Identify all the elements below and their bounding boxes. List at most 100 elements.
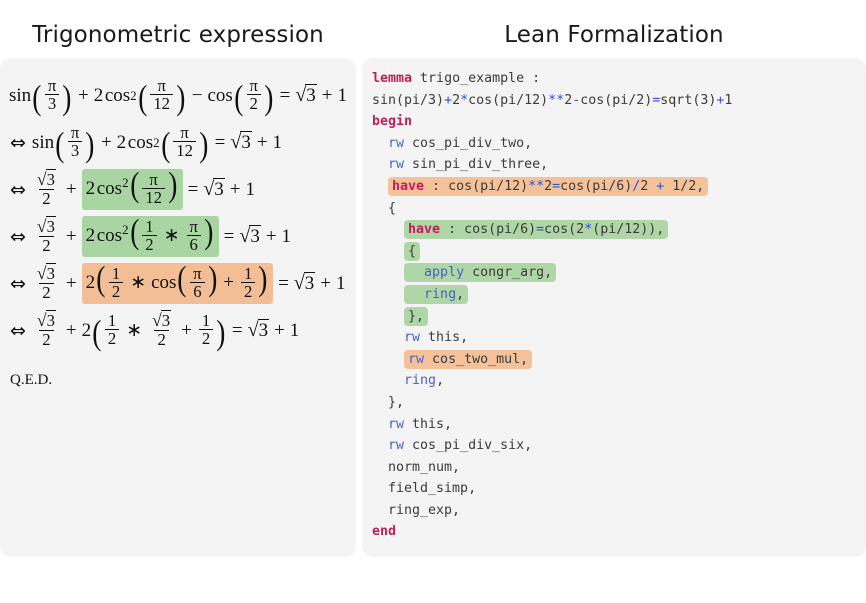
left-panel-title: Trigonometric expression [32,22,324,48]
code-token: * [460,92,469,108]
code-token: sin(pi/3) [372,92,445,108]
code-token: rw [388,438,405,454]
comparison-page: Trigonometric expression sin(π 3) +2 cos 2(… [0,0,866,603]
code-highlight: have : cos(pi/12)**2=cos(pi/6)/2 + 1/2, [388,176,709,196]
right-panel-title: Lean Formalization [504,22,724,48]
code-token: = [536,222,545,238]
code-line: have : cos(pi/12)**2=cos(pi/6)/2 + 1/2, [372,176,866,198]
code-token: lemma [372,71,421,86]
code-highlight: { [404,241,421,261]
code-token: ring_exp, [372,502,461,518]
code-token: rw [408,351,425,367]
code-token: rw [404,330,421,346]
equation-line-3: ⇔ √3 2 +2 cos2(π 12) = √3 +1 [0,166,356,213]
lean-formalization-panel: lemma trigo_example : sin(pi/3)+2*cos(pi/… [362,58,866,557]
code-line: field_simp, [372,478,866,500]
lean-code-block[interactable]: lemma trigo_example : sin(pi/3)+2*cos(pi/… [362,58,866,543]
code-token: * [584,222,593,238]
code-token: this, [420,330,469,346]
code-line: ring_exp, [372,500,866,522]
math-derivation: sin(π 3) +2 cos 2(π 12) − cos(π 2) = √3 +1 ⇔ sin(π… [0,58,356,389]
code-token: have [392,178,425,194]
code-token: (pi/12)), [592,222,665,238]
trigonometric-expression-panel: sin(π 3) +2 cos 2(π 12) − cos(π 2) = √3 +1 ⇔ sin(π… [0,58,356,557]
code-token: field_simp, [372,481,477,497]
code-token: 1 [724,92,733,108]
code-line: rw cos_two_mul, [372,349,866,371]
code-token: 2 [452,92,461,108]
iff-symbol: ⇔ [10,319,26,342]
code-line: norm_num, [372,457,866,479]
code-token: ** [548,92,565,108]
code-token: 2 [544,178,553,194]
code-line: }, [372,306,866,328]
code-token: 2 [564,92,573,108]
code-token: cos(pi/12) [468,92,549,108]
code-token: rw [388,416,405,432]
equation-line-5: ⇔ √3 2 +2(1 2 ∗ cos(π 6) +1 2) = √3 +1 [0,260,356,307]
equation-line-2: ⇔ sin(π 3) +2 cos 2(π 12) = √3 +1 [10,122,283,164]
code-token: , [456,286,465,302]
code-line: }, [372,392,866,414]
code-line: rw this, [372,327,866,349]
code-token: { [372,200,397,216]
code-line: end [372,521,866,543]
code-token: , [436,373,445,389]
code-token: cos(pi/6) [560,178,633,194]
code-token: cos(pi/2) [580,92,653,108]
code-token: sqrt(3) [660,92,717,108]
code-token: = [552,178,561,194]
code-highlight: have : cos(pi/6)=cos(2*(pi/12)), [404,220,669,240]
code-token: end [372,524,397,540]
code-token: cos(2 [544,222,585,238]
code-token: rw [388,157,405,173]
code-highlight: }, [404,306,429,326]
code-token: ring [404,373,437,389]
code-token: ring [424,286,457,302]
equation-line-6: ⇔ √3 2 +2(1 2 ∗ √3 2 +1 2) = √3 +1 [10,310,300,352]
code-token: }, [372,394,405,410]
code-highlight: ring, [404,284,469,304]
code-token: }, [408,308,425,324]
code-line: rw this, [372,414,866,436]
code-token: cos_two_mul, [424,351,529,367]
iff-symbol: ⇔ [10,272,26,295]
equation-line-4: ⇔ √3 2 +2 cos2(1 2 ∗ π 6) = √3 +1 [0,213,356,260]
code-token: trigo_example : [420,71,541,86]
highlight-green-eq3: 2 cos2(π 12) [81,167,183,211]
highlight-orange-eq5: 2(1 2 ∗ cos(π 6) +1 2) [81,261,274,305]
code-line: begin [372,111,866,133]
code-token: apply [424,265,465,281]
code-line: lemma trigo_example : [372,68,866,90]
code-token: rw [388,135,405,151]
code-line: rw sin_pi_div_three, [372,154,866,176]
code-token: cos_pi_div_six, [404,438,533,454]
code-token: have [408,222,441,238]
code-line: sin(pi/3)+2*cos(pi/12)**2-cos(pi/2)=sqrt… [372,90,866,112]
code-token: + [444,92,453,108]
code-token: norm_num, [372,459,461,475]
iff-symbol: ⇔ [10,178,26,201]
code-token: : cos(pi/12) [424,178,529,194]
code-token: sin_pi_div_three, [404,157,549,173]
code-line: rw cos_pi_div_six, [372,435,866,457]
code-line: apply congr_arg, [372,262,866,284]
code-token: cos_pi_div_two, [404,135,533,151]
code-token: 1/2, [664,178,705,194]
code-line: { [372,241,866,263]
code-line: rw cos_pi_div_two, [372,133,866,155]
code-token: begin [372,114,413,130]
code-token: : cos(pi/6) [440,222,537,238]
code-token: { [408,243,417,259]
code-line: ring, [372,284,866,306]
code-token: ** [528,178,545,194]
highlight-green-eq4: 2 cos2(1 2 ∗ π 6) [81,214,219,258]
code-token: congr_arg, [464,265,553,281]
code-line: ring, [372,370,866,392]
qed-label: Q.E.D. [10,372,53,388]
